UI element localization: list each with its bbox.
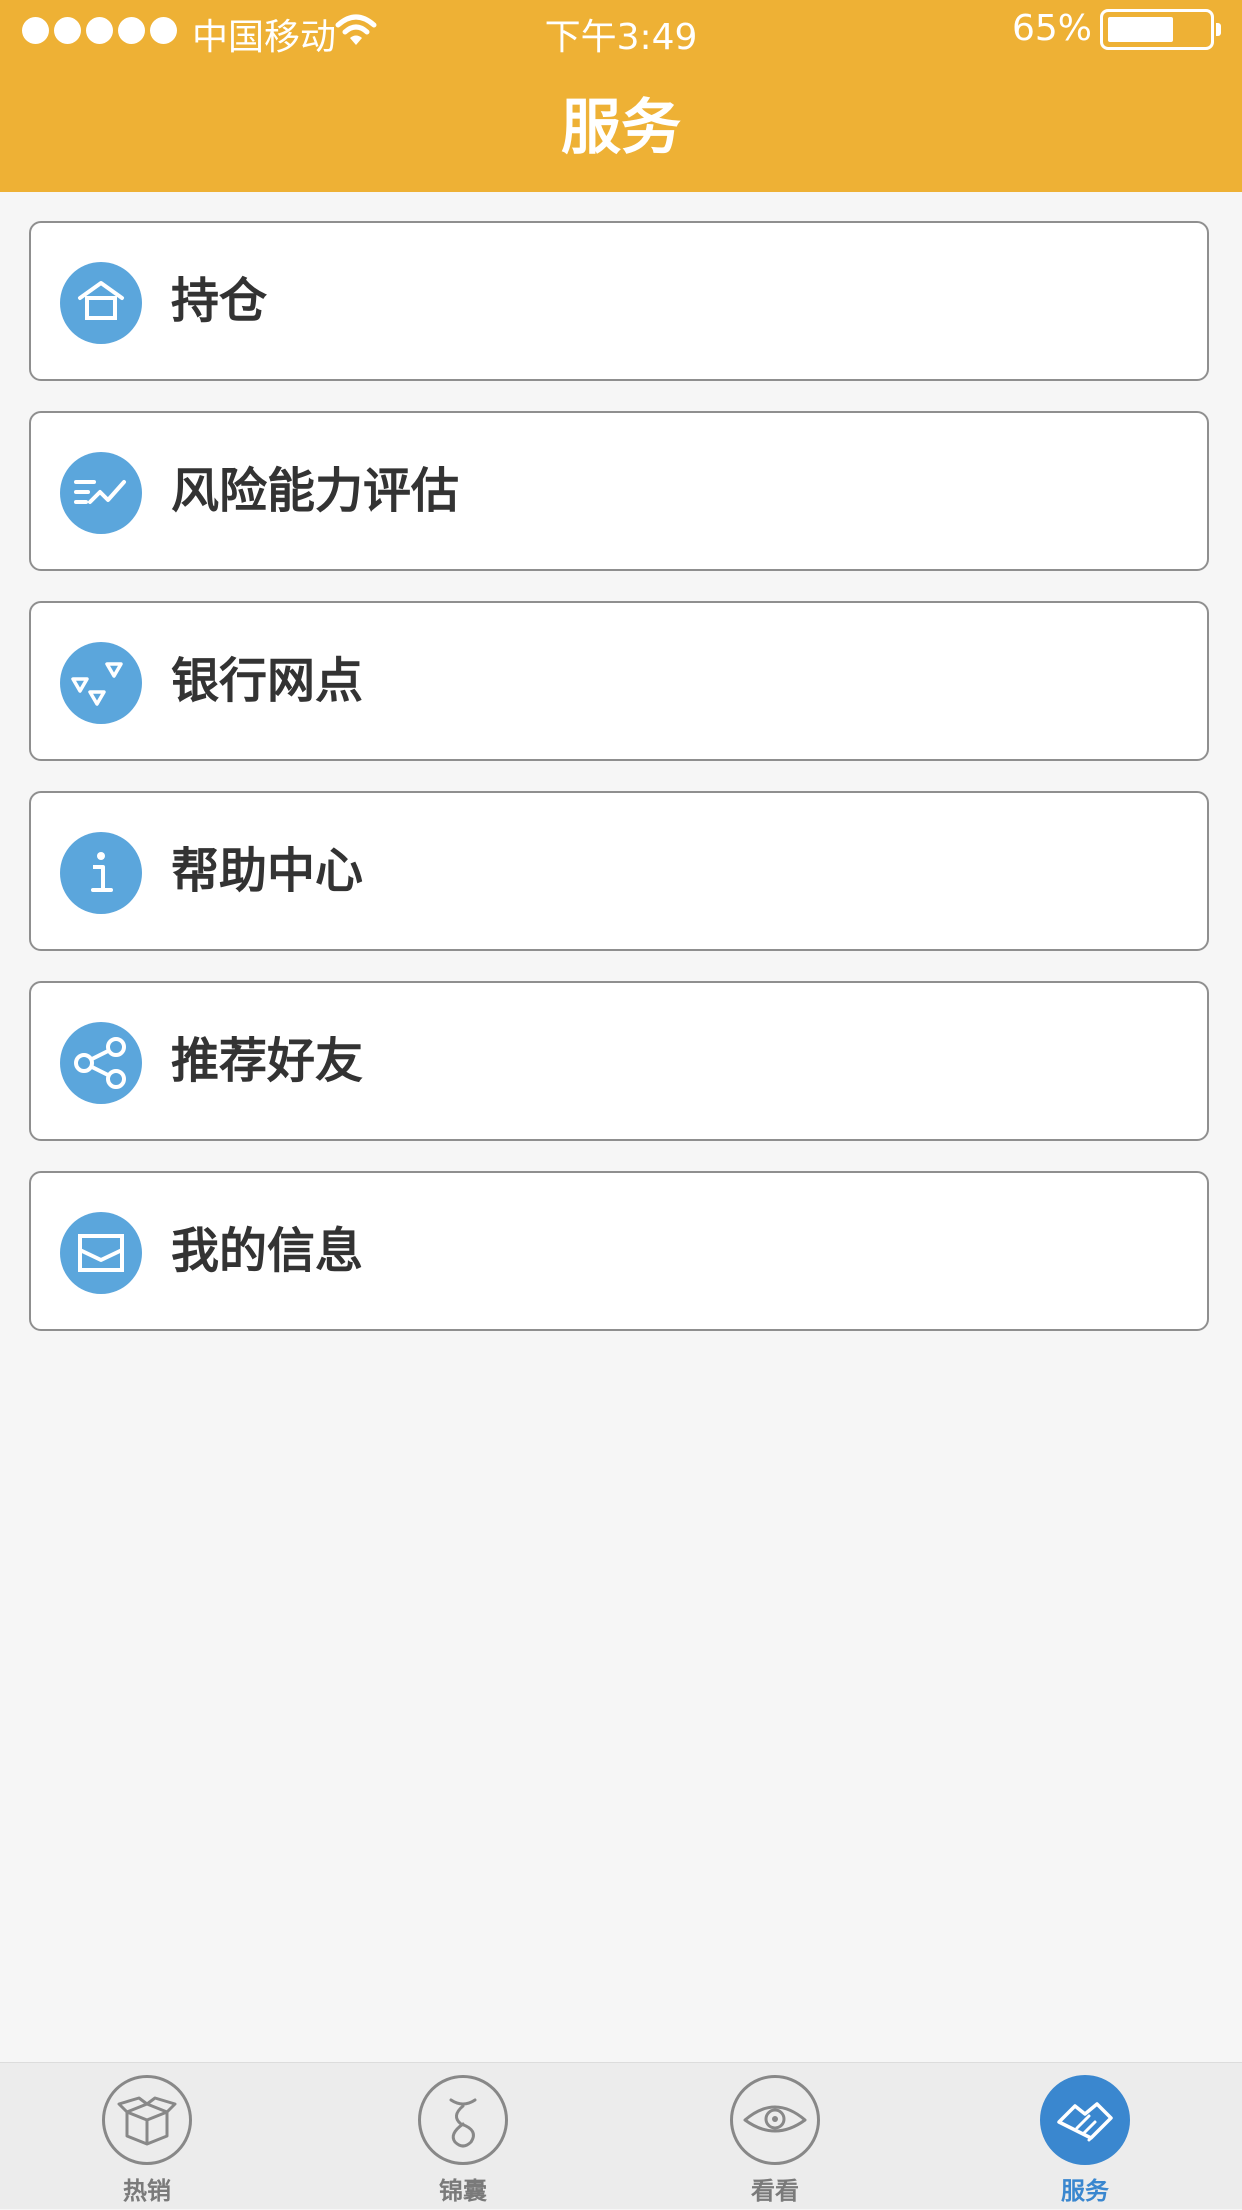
trend-icon bbox=[60, 452, 142, 534]
house-icon bbox=[60, 262, 142, 344]
share-icon bbox=[60, 1022, 142, 1104]
tab-services[interactable]: 服务 bbox=[985, 2063, 1185, 2210]
tab-tips[interactable]: 锦囊 bbox=[363, 2063, 563, 2210]
tab-look[interactable]: 看看 bbox=[675, 2063, 875, 2210]
menu-item-help-center[interactable]: 帮助中心 bbox=[29, 791, 1209, 951]
menu-item-risk-assessment[interactable]: 风险能力评估 bbox=[29, 411, 1209, 571]
menu-item-bank-branches[interactable]: 银行网点 bbox=[29, 601, 1209, 761]
tab-bar: 热销 锦囊 看看 服务 bbox=[0, 2062, 1242, 2209]
menu-item-label: 风险能力评估 bbox=[171, 463, 460, 519]
menu-item-label: 我的信息 bbox=[171, 1223, 364, 1279]
eye-icon bbox=[730, 2075, 820, 2165]
handshake-icon bbox=[1040, 2075, 1130, 2165]
menu-item-label: 推荐好友 bbox=[171, 1033, 364, 1089]
menu-item-holdings[interactable]: 持仓 bbox=[29, 221, 1209, 381]
menu-item-label: 帮助中心 bbox=[171, 843, 364, 899]
tab-label: 锦囊 bbox=[439, 2177, 487, 2205]
triangles-icon bbox=[60, 642, 142, 724]
envelope-icon bbox=[60, 1212, 142, 1294]
battery-percent: 65% bbox=[1012, 8, 1093, 49]
menu-item-refer-friends[interactable]: 推荐好友 bbox=[29, 981, 1209, 1141]
page-title: 服务 bbox=[561, 93, 681, 163]
tab-hot-sales[interactable]: 热销 bbox=[47, 2063, 247, 2210]
pouch-icon bbox=[418, 2075, 508, 2165]
service-menu: 持仓 风险能力评估 银行网点 帮助中心 推荐好友 我的信息 bbox=[29, 221, 1209, 1361]
header-bar: 中国移动 下午3:49 65% 服务 bbox=[0, 0, 1242, 192]
tab-label: 服务 bbox=[1061, 2177, 1109, 2205]
tab-label: 热销 bbox=[123, 2177, 171, 2205]
menu-item-my-messages[interactable]: 我的信息 bbox=[29, 1171, 1209, 1331]
tab-label: 看看 bbox=[751, 2177, 799, 2205]
menu-item-label: 持仓 bbox=[171, 273, 268, 329]
box-icon bbox=[102, 2075, 192, 2165]
battery-icon bbox=[1100, 9, 1221, 50]
status-bar: 中国移动 下午3:49 65% bbox=[0, 0, 1242, 62]
info-icon bbox=[60, 832, 142, 914]
menu-item-label: 银行网点 bbox=[171, 653, 364, 709]
